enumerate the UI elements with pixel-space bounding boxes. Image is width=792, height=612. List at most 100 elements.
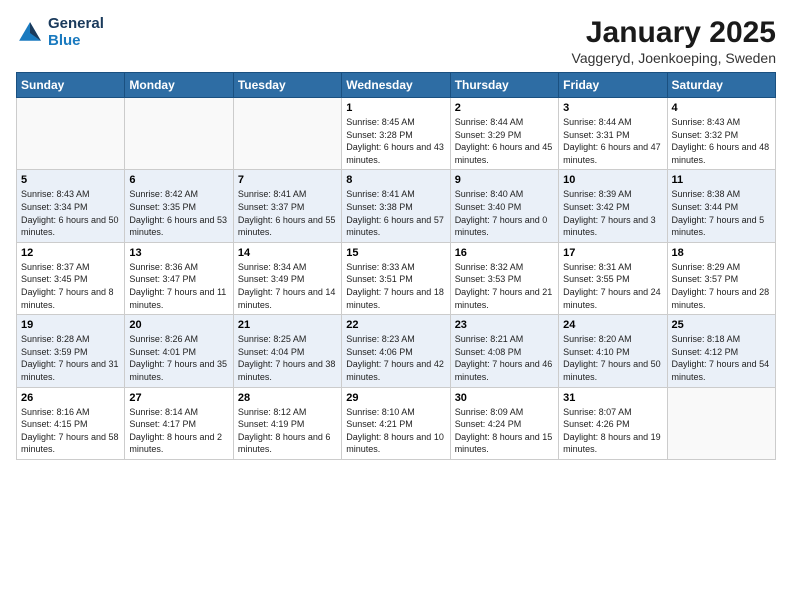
day-number: 31 xyxy=(563,392,662,404)
calendar-cell xyxy=(233,98,341,170)
calendar-cell: 11Sunrise: 8:38 AM Sunset: 3:44 PM Dayli… xyxy=(667,170,775,242)
calendar-cell: 25 Sunrise: 8:18 AM Sunset: 4:12 PM Dayli… xyxy=(667,315,775,387)
calendar-cell: 8 Sunrise: 8:41 AM Sunset: 3:38 PM Daylig… xyxy=(342,170,450,242)
day-info: Sunrise: 8:16 AM Sunset: 4:15 PM Dayligh… xyxy=(21,406,120,456)
day-number: 16 xyxy=(455,247,554,259)
day-info: Sunrise: 8:37 AM Sunset: 3:45 PM Dayligh… xyxy=(21,261,120,311)
day-info: Sunrise: 8:26 AM Sunset: 4:01 PM Dayligh… xyxy=(129,333,228,383)
calendar-cell: 21Sunrise: 8:25 AM Sunset: 4:04 PM Dayli… xyxy=(233,315,341,387)
day-number: 25 xyxy=(672,319,771,331)
day-info: Sunrise: 8:09 AM Sunset: 4:24 PM Dayligh… xyxy=(455,406,554,456)
day-info: Sunrise: 8:45 AM Sunset: 3:28 PM Dayligh… xyxy=(346,116,445,166)
weekday-header-monday: Monday xyxy=(125,73,233,98)
day-info: Sunrise: 8:14 AM Sunset: 4:17 PM Dayligh… xyxy=(129,406,228,456)
day-info: Sunrise: 8:10 AM Sunset: 4:21 PM Dayligh… xyxy=(346,406,445,456)
page: General Blue January 2025 Vaggeryd, Joen… xyxy=(0,0,792,612)
calendar-cell xyxy=(667,387,775,459)
day-number: 6 xyxy=(129,174,228,186)
day-number: 9 xyxy=(455,174,554,186)
day-info: Sunrise: 8:12 AM Sunset: 4:19 PM Dayligh… xyxy=(238,406,337,456)
day-info: Sunrise: 8:23 AM Sunset: 4:06 PM Dayligh… xyxy=(346,333,445,383)
calendar-cell: 27 Sunrise: 8:14 AM Sunset: 4:17 PM Dayli… xyxy=(125,387,233,459)
day-number: 28 xyxy=(238,392,337,404)
day-info: Sunrise: 8:42 AM Sunset: 3:35 PM Dayligh… xyxy=(129,188,228,238)
calendar-cell: 16 Sunrise: 8:32 AM Sunset: 3:53 PM Dayli… xyxy=(450,242,558,314)
calendar-cell: 7 Sunrise: 8:41 AM Sunset: 3:37 PM Daylig… xyxy=(233,170,341,242)
day-info: Sunrise: 8:21 AM Sunset: 4:08 PM Dayligh… xyxy=(455,333,554,383)
week-row-3: 12Sunrise: 8:37 AM Sunset: 3:45 PM Dayli… xyxy=(17,242,776,314)
week-row-1: 1 Sunrise: 8:45 AM Sunset: 3:28 PM Daylig… xyxy=(17,98,776,170)
calendar-cell: 23 Sunrise: 8:21 AM Sunset: 4:08 PM Dayli… xyxy=(450,315,558,387)
calendar-cell: 13Sunrise: 8:36 AM Sunset: 3:47 PM Dayli… xyxy=(125,242,233,314)
day-info: Sunrise: 8:20 AM Sunset: 4:10 PM Dayligh… xyxy=(563,333,662,383)
day-info: Sunrise: 8:43 AM Sunset: 3:34 PM Dayligh… xyxy=(21,188,120,238)
weekday-header-thursday: Thursday xyxy=(450,73,558,98)
day-number: 5 xyxy=(21,174,120,186)
day-info: Sunrise: 8:32 AM Sunset: 3:53 PM Dayligh… xyxy=(455,261,554,311)
calendar-cell: 28 Sunrise: 8:12 AM Sunset: 4:19 PM Dayli… xyxy=(233,387,341,459)
weekday-header-wednesday: Wednesday xyxy=(342,73,450,98)
day-info: Sunrise: 8:36 AM Sunset: 3:47 PM Dayligh… xyxy=(129,261,228,311)
day-number: 23 xyxy=(455,319,554,331)
day-info: Sunrise: 8:29 AM Sunset: 3:57 PM Dayligh… xyxy=(672,261,771,311)
day-info: Sunrise: 8:25 AM Sunset: 4:04 PM Dayligh… xyxy=(238,333,337,383)
header: General Blue January 2025 Vaggeryd, Joen… xyxy=(16,16,776,66)
week-row-4: 19Sunrise: 8:28 AM Sunset: 3:59 PM Dayli… xyxy=(17,315,776,387)
day-number: 15 xyxy=(346,247,445,259)
calendar-cell: 1 Sunrise: 8:45 AM Sunset: 3:28 PM Daylig… xyxy=(342,98,450,170)
day-number: 22 xyxy=(346,319,445,331)
day-number: 17 xyxy=(563,247,662,259)
day-info: Sunrise: 8:18 AM Sunset: 4:12 PM Dayligh… xyxy=(672,333,771,383)
day-info: Sunrise: 8:40 AM Sunset: 3:40 PM Dayligh… xyxy=(455,188,554,238)
day-number: 4 xyxy=(672,102,771,114)
title-block: January 2025 Vaggeryd, Joenkoeping, Swed… xyxy=(572,16,776,66)
calendar-cell: 12Sunrise: 8:37 AM Sunset: 3:45 PM Dayli… xyxy=(17,242,125,314)
calendar-cell: 29 Sunrise: 8:10 AM Sunset: 4:21 PM Dayli… xyxy=(342,387,450,459)
calendar-cell: 10Sunrise: 8:39 AM Sunset: 3:42 PM Dayli… xyxy=(559,170,667,242)
calendar-cell: 26Sunrise: 8:16 AM Sunset: 4:15 PM Dayli… xyxy=(17,387,125,459)
calendar-cell: 6 Sunrise: 8:42 AM Sunset: 3:35 PM Daylig… xyxy=(125,170,233,242)
logo-icon xyxy=(16,19,44,47)
day-number: 1 xyxy=(346,102,445,114)
calendar-cell: 22 Sunrise: 8:23 AM Sunset: 4:06 PM Dayli… xyxy=(342,315,450,387)
day-info: Sunrise: 8:39 AM Sunset: 3:42 PM Dayligh… xyxy=(563,188,662,238)
weekday-header-saturday: Saturday xyxy=(667,73,775,98)
day-number: 3 xyxy=(563,102,662,114)
calendar-cell: 5 Sunrise: 8:43 AM Sunset: 3:34 PM Daylig… xyxy=(17,170,125,242)
day-number: 27 xyxy=(129,392,228,404)
calendar-cell: 9 Sunrise: 8:40 AM Sunset: 3:40 PM Daylig… xyxy=(450,170,558,242)
calendar-cell: 24Sunrise: 8:20 AM Sunset: 4:10 PM Dayli… xyxy=(559,315,667,387)
day-number: 29 xyxy=(346,392,445,404)
calendar-cell: 3Sunrise: 8:44 AM Sunset: 3:31 PM Daylig… xyxy=(559,98,667,170)
day-info: Sunrise: 8:41 AM Sunset: 3:37 PM Dayligh… xyxy=(238,188,337,238)
day-info: Sunrise: 8:34 AM Sunset: 3:49 PM Dayligh… xyxy=(238,261,337,311)
weekday-header-row: SundayMondayTuesdayWednesdayThursdayFrid… xyxy=(17,73,776,98)
week-row-5: 26Sunrise: 8:16 AM Sunset: 4:15 PM Dayli… xyxy=(17,387,776,459)
calendar-table: SundayMondayTuesdayWednesdayThursdayFrid… xyxy=(16,72,776,460)
day-info: Sunrise: 8:41 AM Sunset: 3:38 PM Dayligh… xyxy=(346,188,445,238)
calendar-cell: 15Sunrise: 8:33 AM Sunset: 3:51 PM Dayli… xyxy=(342,242,450,314)
logo-general-text: General xyxy=(48,16,104,33)
calendar-cell: 18Sunrise: 8:29 AM Sunset: 3:57 PM Dayli… xyxy=(667,242,775,314)
weekday-header-sunday: Sunday xyxy=(17,73,125,98)
calendar-cell xyxy=(125,98,233,170)
day-number: 14 xyxy=(238,247,337,259)
day-info: Sunrise: 8:38 AM Sunset: 3:44 PM Dayligh… xyxy=(672,188,771,238)
weekday-header-tuesday: Tuesday xyxy=(233,73,341,98)
calendar-cell: 20Sunrise: 8:26 AM Sunset: 4:01 PM Dayli… xyxy=(125,315,233,387)
calendar-cell: 14 Sunrise: 8:34 AM Sunset: 3:49 PM Dayli… xyxy=(233,242,341,314)
day-info: Sunrise: 8:44 AM Sunset: 3:29 PM Dayligh… xyxy=(455,116,554,166)
logo-blue-text: Blue xyxy=(48,33,104,50)
day-number: 7 xyxy=(238,174,337,186)
calendar-cell: 4Sunrise: 8:43 AM Sunset: 3:32 PM Daylig… xyxy=(667,98,775,170)
day-info: Sunrise: 8:28 AM Sunset: 3:59 PM Dayligh… xyxy=(21,333,120,383)
calendar-cell: 17Sunrise: 8:31 AM Sunset: 3:55 PM Dayli… xyxy=(559,242,667,314)
day-number: 30 xyxy=(455,392,554,404)
calendar-cell: 30 Sunrise: 8:09 AM Sunset: 4:24 PM Dayli… xyxy=(450,387,558,459)
calendar-cell xyxy=(17,98,125,170)
logo-text: General Blue xyxy=(48,16,104,49)
week-row-2: 5 Sunrise: 8:43 AM Sunset: 3:34 PM Daylig… xyxy=(17,170,776,242)
calendar-title: January 2025 xyxy=(572,16,776,50)
day-info: Sunrise: 8:07 AM Sunset: 4:26 PM Dayligh… xyxy=(563,406,662,456)
day-number: 8 xyxy=(346,174,445,186)
